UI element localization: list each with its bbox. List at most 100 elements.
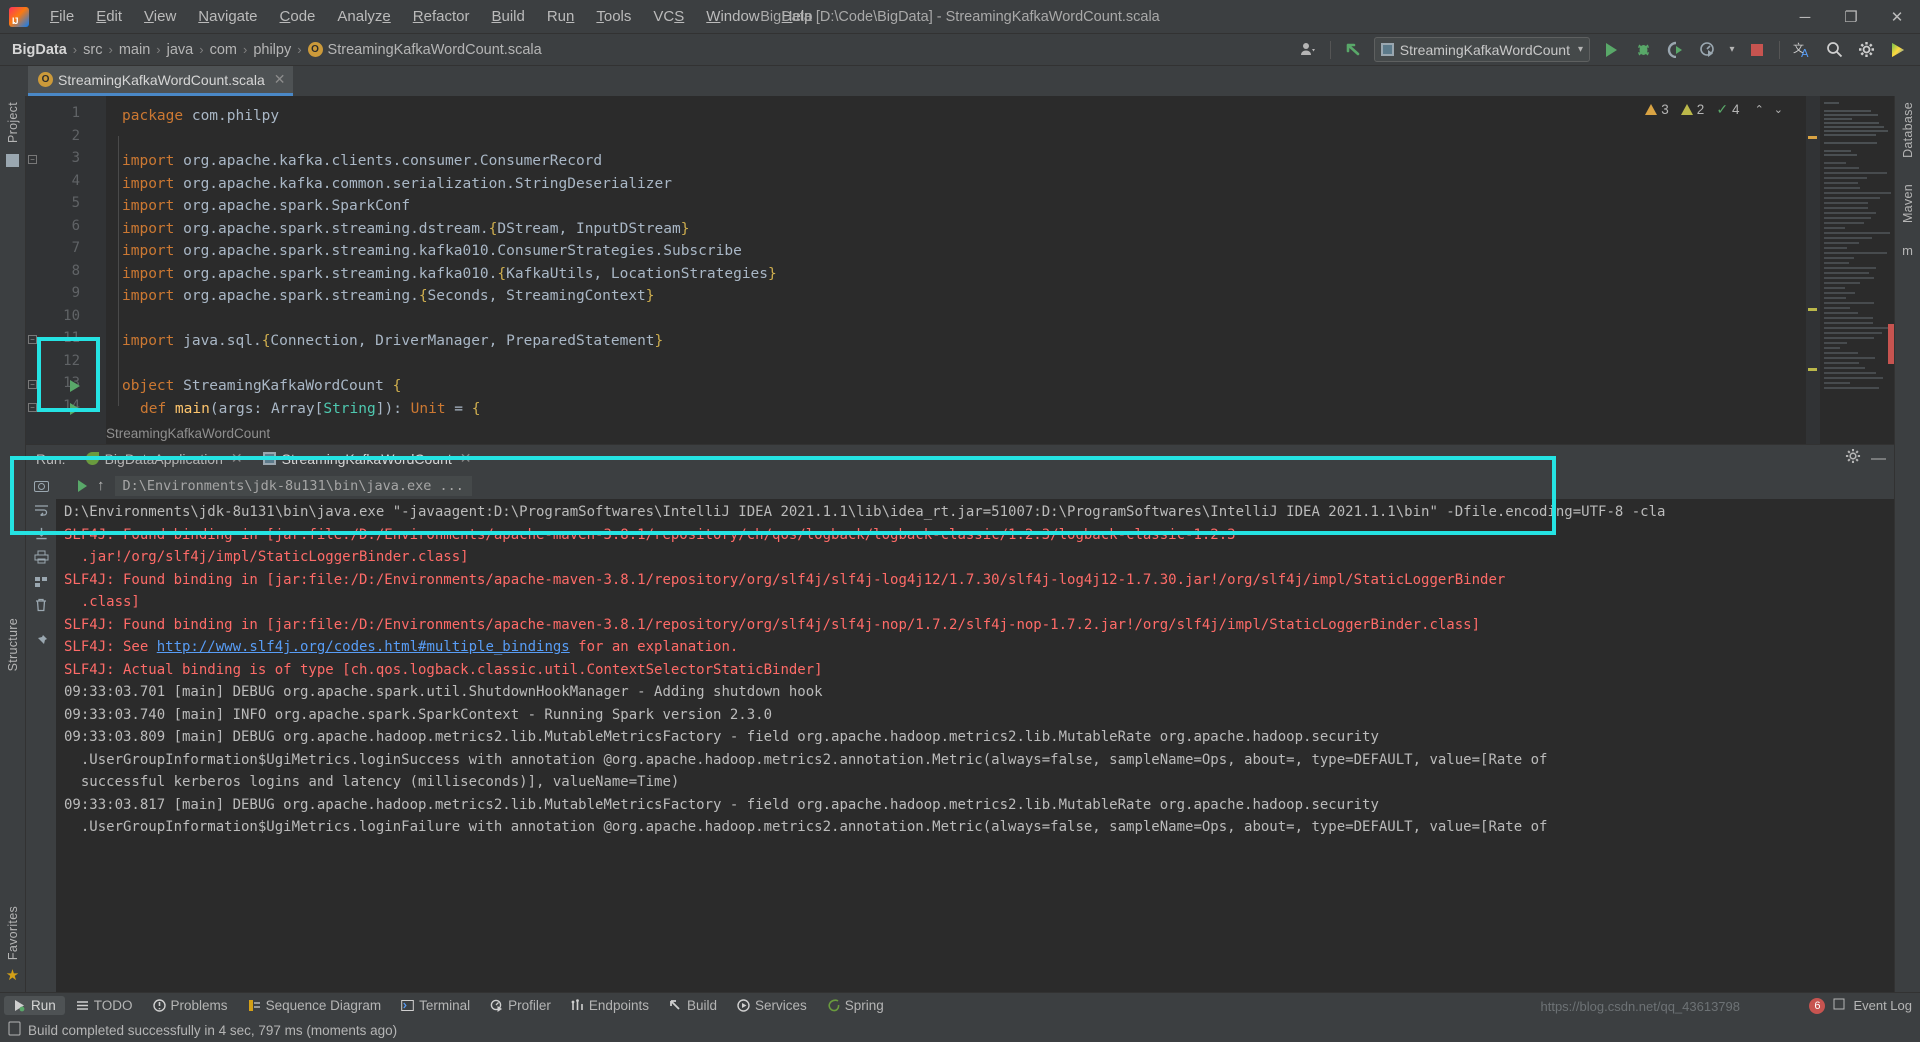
tool-window-button-sequence-diagram[interactable]: Sequence Diagram bbox=[239, 996, 391, 1015]
tool-window-button-todo[interactable]: TODO bbox=[67, 996, 142, 1015]
inspection-widget[interactable]: 3 2 ✓ 4 ⌃ ⌄ bbox=[1645, 101, 1786, 118]
tool-window-button-run[interactable]: Run bbox=[4, 996, 65, 1015]
profile-button[interactable] bbox=[1692, 37, 1722, 63]
breadcrumb-item-philpy[interactable]: philpy bbox=[249, 42, 295, 58]
close-button[interactable]: ✕ bbox=[1874, 0, 1920, 34]
wrap-lines-icon[interactable] bbox=[32, 572, 50, 590]
fold-marker[interactable]: − bbox=[28, 335, 37, 344]
tool-window-label: Run bbox=[31, 998, 56, 1013]
menu-vcs[interactable]: VCS bbox=[642, 4, 695, 30]
code-line: import org.apache.spark.streaming.kafka0… bbox=[122, 240, 742, 263]
console-output[interactable]: D:\Environments\jdk-8u131\bin\java.exe "… bbox=[56, 499, 1894, 992]
menu-tools[interactable]: Tools bbox=[585, 4, 642, 30]
trash-icon[interactable] bbox=[32, 596, 50, 614]
tool-window-project[interactable]: Project bbox=[6, 96, 20, 149]
gutter-run-icon[interactable] bbox=[70, 403, 80, 415]
tool-window-button-terminal[interactable]: Terminal bbox=[392, 996, 479, 1015]
user-icon[interactable] bbox=[1293, 37, 1323, 63]
tool-window-database[interactable]: Database bbox=[1901, 96, 1915, 164]
breadcrumb-item-main[interactable]: main bbox=[115, 42, 154, 58]
menu-refactor[interactable]: Refactor bbox=[402, 4, 481, 30]
vcs-update-icon[interactable] bbox=[1338, 37, 1368, 63]
close-icon[interactable]: ✕ bbox=[231, 450, 243, 467]
tool-window-button-spring[interactable]: Spring bbox=[818, 996, 893, 1015]
breadcrumb-item-src[interactable]: src bbox=[79, 42, 106, 58]
tool-window-button-services[interactable]: Services bbox=[728, 996, 816, 1015]
hide-icon[interactable]: — bbox=[1871, 455, 1886, 463]
minimap-line bbox=[1824, 352, 1858, 354]
breadcrumb[interactable]: BigData›src›main›java›com›philpy›Streami… bbox=[8, 42, 546, 58]
favorites-star-icon[interactable]: ★ bbox=[6, 966, 19, 984]
scroll-up-icon[interactable]: ↑ bbox=[97, 477, 105, 494]
minimap-line bbox=[1824, 337, 1874, 339]
soft-wrap-icon[interactable] bbox=[32, 500, 50, 518]
menu-navigate[interactable]: Navigate bbox=[187, 4, 268, 30]
tool-window-label: Terminal bbox=[419, 998, 470, 1013]
fold-marker[interactable]: − bbox=[28, 155, 37, 164]
tool-window-button-endpoints[interactable]: Endpoints bbox=[562, 996, 658, 1015]
translate-icon[interactable]: 文A bbox=[1787, 37, 1817, 63]
console-line: .UserGroupInformation$UgiMetrics.loginSu… bbox=[64, 749, 1894, 772]
code-text-area[interactable]: package com.philpy import org.apache.kafk… bbox=[106, 96, 1806, 444]
print-icon[interactable] bbox=[32, 548, 50, 566]
settings-gear-icon[interactable] bbox=[1845, 448, 1861, 469]
scroll-to-end-icon[interactable] bbox=[32, 524, 50, 542]
debug-button[interactable] bbox=[1628, 37, 1658, 63]
menu-file[interactable]: File bbox=[39, 4, 85, 30]
tool-window-maven[interactable]: Maven bbox=[1901, 178, 1915, 229]
camera-icon[interactable] bbox=[32, 476, 50, 494]
code-token: org.apache.kafka.clients.consumer.Consum… bbox=[183, 153, 602, 169]
breadcrumb-item-streamingkafkawordcount-scala[interactable]: StreamingKafkaWordCount.scala bbox=[304, 42, 546, 58]
minimize-button[interactable]: ─ bbox=[1782, 0, 1828, 34]
fold-marker[interactable]: − bbox=[28, 403, 37, 412]
pin-icon[interactable] bbox=[32, 632, 50, 650]
run-button[interactable] bbox=[1596, 37, 1626, 63]
menu-edit[interactable]: Edit bbox=[85, 4, 133, 30]
editor-gutter[interactable]: 1 2 3 4 5 6 7 8 9 10 11 12 13 14 bbox=[26, 96, 92, 444]
close-icon[interactable]: ✕ bbox=[460, 450, 472, 467]
code-minimap[interactable] bbox=[1820, 96, 1894, 444]
editor-tab-streamingkafkawordcount[interactable]: StreamingKafkaWordCount.scala ✕ bbox=[28, 66, 293, 96]
maximize-button[interactable]: ❐ bbox=[1828, 0, 1874, 34]
breadcrumb-item-java[interactable]: java bbox=[163, 42, 198, 58]
main-menu[interactable]: File Edit View Navigate Code Analyze Refactor B… bbox=[39, 0, 824, 33]
gutter-run-icon[interactable] bbox=[70, 380, 80, 392]
run-tab-bigdataapplication[interactable]: BigDataApplication ✕ bbox=[80, 448, 249, 469]
breadcrumb-item-com[interactable]: com bbox=[206, 42, 241, 58]
chevron-up-icon[interactable]: ⌃ bbox=[1752, 103, 1767, 116]
menu-run[interactable]: Run bbox=[536, 4, 586, 30]
search-icon[interactable] bbox=[1819, 37, 1849, 63]
tool-window-structure[interactable]: Structure bbox=[6, 612, 20, 677]
code-folding-strip[interactable]: − − − − bbox=[92, 96, 106, 444]
run-configuration-selector[interactable]: StreamingKafkaWordCount ▾ bbox=[1374, 37, 1590, 62]
run-with-coverage-button[interactable] bbox=[1660, 37, 1690, 63]
tool-window-favorites[interactable]: Favorites bbox=[6, 900, 20, 966]
breadcrumb-separator: › bbox=[71, 42, 79, 57]
menu-view[interactable]: View bbox=[133, 4, 187, 30]
rerun-icon[interactable] bbox=[78, 480, 87, 492]
breadcrumb-item-bigdata[interactable]: BigData bbox=[8, 42, 71, 58]
bookmarks-icon[interactable] bbox=[6, 154, 19, 167]
code-line: package com.philpy bbox=[122, 105, 279, 128]
run-tab-streamingkafkawordcount[interactable]: StreamingKafkaWordCount ✕ bbox=[257, 448, 478, 469]
settings-gear-icon[interactable] bbox=[1851, 37, 1881, 63]
event-log-label[interactable]: Event Log bbox=[1853, 998, 1912, 1013]
close-icon[interactable]: ✕ bbox=[274, 71, 286, 88]
chevron-down-icon[interactable]: ⌄ bbox=[1771, 103, 1786, 116]
menu-analyze[interactable]: Analyze bbox=[326, 4, 401, 30]
scala-module-icon bbox=[263, 452, 276, 465]
menu-code[interactable]: Code bbox=[269, 4, 327, 30]
services-icon bbox=[737, 999, 750, 1012]
tool-window-button-profiler[interactable]: Profiler bbox=[481, 996, 560, 1015]
plugin-icon[interactable] bbox=[1883, 37, 1913, 63]
code-editor[interactable]: 1 2 3 4 5 6 7 8 9 10 11 12 13 14 − − − − package com.phi… bbox=[26, 96, 1894, 444]
menu-build[interactable]: Build bbox=[480, 4, 535, 30]
stop-button[interactable] bbox=[1742, 37, 1772, 63]
profile-dropdown-icon[interactable]: ▾ bbox=[1724, 37, 1740, 63]
tool-window-button-build[interactable]: Build bbox=[660, 996, 726, 1015]
tool-window-button-problems[interactable]: Problems bbox=[144, 996, 237, 1015]
minimap-line bbox=[1824, 122, 1879, 124]
fold-marker[interactable]: − bbox=[28, 380, 37, 389]
console-hyperlink[interactable]: http://www.slf4j.org/codes.html#multiple… bbox=[157, 639, 570, 655]
error-stripe[interactable] bbox=[1806, 96, 1820, 444]
